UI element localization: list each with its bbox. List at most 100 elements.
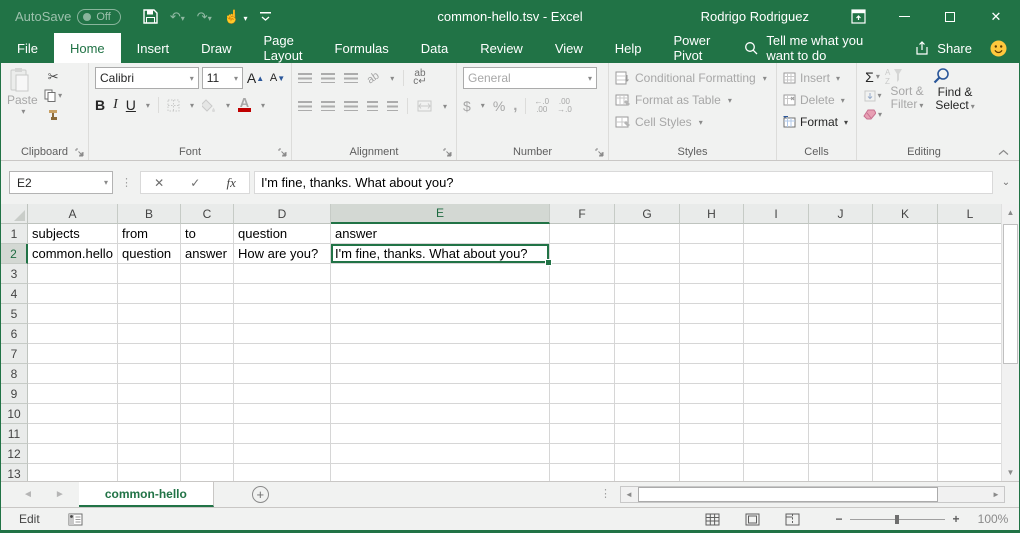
cell-I6[interactable] bbox=[744, 324, 809, 344]
next-sheet-icon[interactable]: ► bbox=[55, 489, 65, 500]
cell-J7[interactable] bbox=[809, 344, 873, 364]
comma-style-icon[interactable]: , bbox=[513, 97, 517, 114]
cell-H13[interactable] bbox=[680, 464, 744, 481]
grow-font-button[interactable]: A▲ bbox=[246, 69, 265, 88]
cell-A7[interactable] bbox=[28, 344, 118, 364]
number-dialog-launcher-icon[interactable] bbox=[595, 148, 604, 157]
font-dialog-launcher-icon[interactable] bbox=[278, 148, 287, 157]
cell-A4[interactable] bbox=[28, 284, 118, 304]
cell-K8[interactable] bbox=[873, 364, 938, 384]
cell-C6[interactable] bbox=[181, 324, 234, 344]
cell-E3[interactable] bbox=[331, 264, 550, 284]
cell-G1[interactable] bbox=[615, 224, 680, 244]
column-header-H[interactable]: H bbox=[680, 204, 744, 224]
font-size-select[interactable]: 11 ▾ bbox=[202, 67, 243, 89]
cell-C2[interactable]: answer bbox=[181, 244, 234, 264]
undo-icon[interactable]: ↶▾ bbox=[170, 9, 185, 25]
cell-H10[interactable] bbox=[680, 404, 744, 424]
cell-H1[interactable] bbox=[680, 224, 744, 244]
cell-E11[interactable] bbox=[331, 424, 550, 444]
orientation-icon[interactable]: ab bbox=[365, 70, 382, 87]
cell-L7[interactable] bbox=[938, 344, 1003, 364]
cell-F11[interactable] bbox=[550, 424, 615, 444]
middle-align-icon[interactable] bbox=[321, 73, 335, 83]
tab-page-layout[interactable]: Page Layout bbox=[248, 33, 319, 63]
cell-C1[interactable]: to bbox=[181, 224, 234, 244]
cell-B11[interactable] bbox=[118, 424, 181, 444]
cell-F3[interactable] bbox=[550, 264, 615, 284]
cell-D10[interactable] bbox=[234, 404, 331, 424]
expand-formula-bar-icon[interactable]: ⌄ bbox=[993, 177, 1019, 188]
tab-draw[interactable]: Draw bbox=[185, 33, 247, 63]
cell-H7[interactable] bbox=[680, 344, 744, 364]
column-header-G[interactable]: G bbox=[615, 204, 680, 224]
cell-K6[interactable] bbox=[873, 324, 938, 344]
cell-K11[interactable] bbox=[873, 424, 938, 444]
cut-button[interactable]: ✂ bbox=[44, 67, 63, 86]
cell-styles-button[interactable]: Cell Styles ▾ bbox=[615, 111, 772, 133]
row-header-10[interactable]: 10 bbox=[1, 404, 28, 424]
increase-decimal-icon[interactable]: ←.0.00 bbox=[534, 98, 549, 114]
scroll-down-icon[interactable]: ▼ bbox=[1002, 464, 1019, 481]
page-layout-view-icon[interactable] bbox=[732, 513, 772, 526]
zoom-in-button[interactable]: + bbox=[945, 512, 967, 526]
cell-L2[interactable] bbox=[938, 244, 1003, 264]
top-align-icon[interactable] bbox=[298, 73, 312, 83]
redo-icon[interactable]: ↷▾ bbox=[197, 9, 212, 25]
column-header-C[interactable]: C bbox=[181, 204, 234, 224]
cell-D1[interactable]: question bbox=[234, 224, 331, 244]
tab-data[interactable]: Data bbox=[405, 33, 464, 63]
cell-H4[interactable] bbox=[680, 284, 744, 304]
cell-L1[interactable] bbox=[938, 224, 1003, 244]
cell-J11[interactable] bbox=[809, 424, 873, 444]
tab-review[interactable]: Review bbox=[464, 33, 539, 63]
cell-J12[interactable] bbox=[809, 444, 873, 464]
cell-F7[interactable] bbox=[550, 344, 615, 364]
cell-E2[interactable]: I'm fine, thanks. What about you? bbox=[331, 244, 550, 264]
cell-L10[interactable] bbox=[938, 404, 1003, 424]
cell-K12[interactable] bbox=[873, 444, 938, 464]
borders-icon[interactable] bbox=[167, 99, 180, 112]
cell-D12[interactable] bbox=[234, 444, 331, 464]
cell-F5[interactable] bbox=[550, 304, 615, 324]
cell-J10[interactable] bbox=[809, 404, 873, 424]
cell-B9[interactable] bbox=[118, 384, 181, 404]
cell-A10[interactable] bbox=[28, 404, 118, 424]
cell-K2[interactable] bbox=[873, 244, 938, 264]
tab-view[interactable]: View bbox=[539, 33, 599, 63]
cell-B4[interactable] bbox=[118, 284, 181, 304]
cell-G9[interactable] bbox=[615, 384, 680, 404]
cell-E7[interactable] bbox=[331, 344, 550, 364]
clipboard-dialog-launcher-icon[interactable] bbox=[75, 148, 84, 157]
cell-D4[interactable] bbox=[234, 284, 331, 304]
cell-K7[interactable] bbox=[873, 344, 938, 364]
cell-I8[interactable] bbox=[744, 364, 809, 384]
scroll-right-icon[interactable]: ► bbox=[988, 487, 1004, 502]
cell-J2[interactable] bbox=[809, 244, 873, 264]
column-header-A[interactable]: A bbox=[28, 204, 118, 224]
tab-help[interactable]: Help bbox=[599, 33, 658, 63]
cancel-entry-icon[interactable]: ✕ bbox=[154, 176, 164, 190]
format-as-table-button[interactable]: Format as Table ▾ bbox=[615, 89, 772, 111]
row-header-12[interactable]: 12 bbox=[1, 444, 28, 464]
cell-G8[interactable] bbox=[615, 364, 680, 384]
insert-cells-button[interactable]: Insert ▾ bbox=[783, 67, 852, 89]
cell-H6[interactable] bbox=[680, 324, 744, 344]
cell-G6[interactable] bbox=[615, 324, 680, 344]
cell-F13[interactable] bbox=[550, 464, 615, 481]
cell-I11[interactable] bbox=[744, 424, 809, 444]
cell-A5[interactable] bbox=[28, 304, 118, 324]
delete-cells-button[interactable]: Delete ▾ bbox=[783, 89, 852, 111]
paste-button[interactable]: Paste ▾ bbox=[7, 67, 38, 116]
cell-A3[interactable] bbox=[28, 264, 118, 284]
accounting-format-icon[interactable]: $ bbox=[463, 98, 471, 114]
bottom-align-icon[interactable] bbox=[344, 73, 358, 83]
cell-F8[interactable] bbox=[550, 364, 615, 384]
cell-I5[interactable] bbox=[744, 304, 809, 324]
cell-E4[interactable] bbox=[331, 284, 550, 304]
cell-A6[interactable] bbox=[28, 324, 118, 344]
cell-L9[interactable] bbox=[938, 384, 1003, 404]
percent-style-icon[interactable]: % bbox=[493, 98, 505, 114]
cell-B13[interactable] bbox=[118, 464, 181, 481]
cell-L4[interactable] bbox=[938, 284, 1003, 304]
